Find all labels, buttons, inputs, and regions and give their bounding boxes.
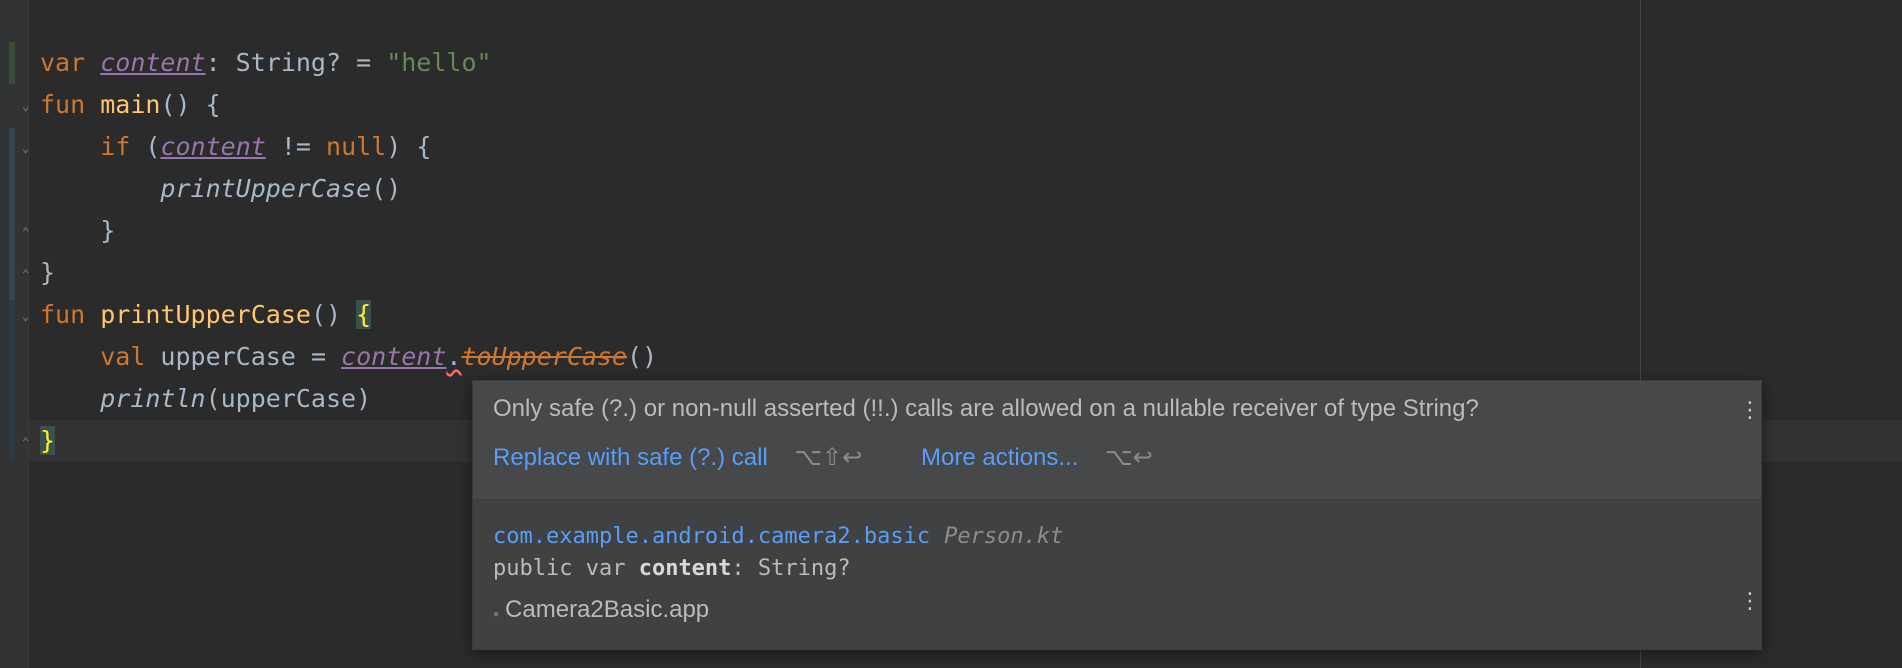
keyword-fun: fun xyxy=(40,300,86,329)
variable-declaration: upperCase = xyxy=(145,342,342,371)
closing-brace: } xyxy=(40,216,116,245)
deprecated-call-touppercase[interactable]: toUpperCase xyxy=(461,342,627,371)
declaration-location: com.example.android.camera2.basic Person.… xyxy=(493,524,1063,549)
code-line-4[interactable]: printUpperCase() xyxy=(40,168,401,210)
error-highlight[interactable]: . xyxy=(446,342,461,371)
function-call-printuppercase[interactable]: printUpperCase xyxy=(160,174,371,203)
signature-name: content xyxy=(638,556,732,581)
punctuation: (upperCase) xyxy=(205,384,372,413)
punctuation: () { xyxy=(160,90,221,119)
fold-end-icon[interactable]: ⌃ xyxy=(22,226,34,238)
type-declaration: : String? = xyxy=(205,48,387,77)
quick-fix-popup[interactable]: Only safe (?.) or non-null asserted (!!.… xyxy=(472,380,1762,650)
code-line-2[interactable]: fun main() { xyxy=(40,84,221,126)
property-content[interactable]: content xyxy=(341,342,446,371)
punctuation: ) { xyxy=(386,132,432,161)
error-message: Only safe (?.) or non-null asserted (!!.… xyxy=(493,395,1479,422)
fold-end-icon[interactable]: ⌃ xyxy=(22,436,34,448)
punctuation: () xyxy=(371,174,402,203)
quick-fix-actions: Replace with safe (?.) call ⌥⇧↩ More act… xyxy=(493,443,1205,472)
primary-shortcut-hint: ⌥⇧↩ xyxy=(794,444,863,471)
matched-brace: } xyxy=(40,426,56,455)
punctuation: () xyxy=(627,342,658,371)
code-line-8[interactable]: val upperCase = content.toUpperCase() xyxy=(40,336,657,378)
fold-end-icon[interactable]: ⌃ xyxy=(22,268,34,280)
signature-type: : String? xyxy=(731,556,851,581)
vertical-ellipsis-icon[interactable]: ⋮ xyxy=(1739,590,1761,612)
code-line-7[interactable]: fun printUpperCase() { xyxy=(40,294,372,336)
keyword-fun: fun xyxy=(40,90,86,119)
code-line-5[interactable]: } xyxy=(40,210,115,252)
vcs-added-marker[interactable] xyxy=(9,42,15,84)
vcs-modified-marker[interactable] xyxy=(9,300,15,460)
vcs-modified-marker[interactable] xyxy=(9,128,15,304)
file-name: Person.kt xyxy=(944,524,1064,549)
function-name-printuppercase[interactable]: printUpperCase xyxy=(100,300,311,329)
code-line-6[interactable]: } xyxy=(40,252,55,294)
punctuation: ( xyxy=(130,132,161,161)
more-actions-link[interactable]: More actions... xyxy=(921,444,1078,471)
function-call-println[interactable]: println xyxy=(100,384,205,413)
closing-brace: } xyxy=(40,258,56,287)
fold-icon[interactable] xyxy=(22,142,34,154)
operator: != xyxy=(265,132,327,161)
string-literal: "hello" xyxy=(386,48,492,77)
keyword-if: if xyxy=(100,132,131,161)
keyword-var: var xyxy=(40,48,86,77)
module-icon: ● xyxy=(493,609,500,620)
module-label: Camera2Basic.app xyxy=(505,596,710,623)
code-line-1[interactable]: var content: String? = "hello" xyxy=(40,42,492,84)
code-line-10[interactable]: } xyxy=(40,420,56,462)
module-name: ● Camera2Basic.app xyxy=(493,596,709,624)
punctuation: () xyxy=(310,300,357,329)
keyword-null: null xyxy=(326,132,387,161)
property-content[interactable]: content xyxy=(160,132,265,161)
fold-icon[interactable] xyxy=(22,310,34,322)
keyword-val: val xyxy=(100,342,146,371)
property-content[interactable]: content xyxy=(100,48,205,77)
more-actions-shortcut-hint: ⌥↩ xyxy=(1105,444,1153,471)
declaration-signature: public var content: String? xyxy=(493,556,851,581)
code-line-3[interactable]: if (content != null) { xyxy=(40,126,431,168)
replace-with-safe-call-link[interactable]: Replace with safe (?.) call xyxy=(493,444,768,471)
fold-icon[interactable] xyxy=(22,100,34,112)
package-link[interactable]: com.example.android.camera2.basic xyxy=(493,524,930,549)
vertical-ellipsis-icon[interactable]: ⋮ xyxy=(1739,399,1761,421)
signature-modifiers: public var xyxy=(493,556,639,581)
documentation-section: com.example.android.camera2.basic Person.… xyxy=(473,500,1761,649)
code-line-9[interactable]: println(upperCase) xyxy=(40,378,371,420)
function-name-main[interactable]: main xyxy=(100,90,160,119)
matched-brace: { xyxy=(356,300,372,329)
